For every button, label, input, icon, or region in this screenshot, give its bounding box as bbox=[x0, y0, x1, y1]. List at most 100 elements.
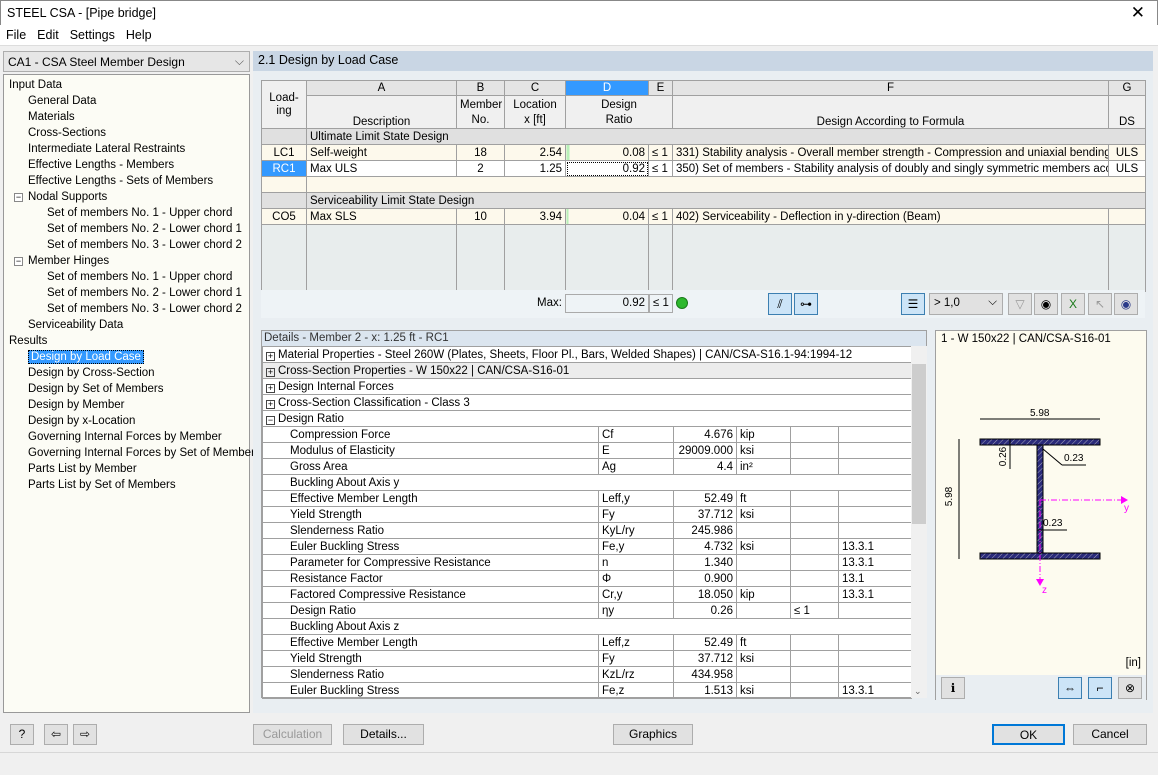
table-row[interactable]: CO5 Max SLS 10 3.94 0.04 ≤ 1 402) Serviceabili… bbox=[261, 208, 1146, 225]
tree-item-label: Serviceability Data bbox=[28, 319, 124, 331]
tree-item[interactable]: Materials bbox=[4, 109, 249, 125]
param-value: 18.050 bbox=[673, 586, 737, 603]
show-ratio-color-icon[interactable]: ⫽ bbox=[768, 293, 792, 315]
import-icon[interactable]: ⇦ bbox=[44, 724, 68, 745]
view-icon[interactable]: ◉ bbox=[1114, 293, 1138, 315]
export-icon[interactable]: ⇨ bbox=[73, 724, 97, 745]
param-symbol: Fe,z bbox=[598, 682, 674, 699]
cell-member: 2 bbox=[456, 160, 505, 177]
param-limit bbox=[790, 666, 839, 683]
tree-item[interactable]: Governing Internal Forces by Member bbox=[4, 429, 249, 445]
ok-button[interactable]: OK bbox=[992, 724, 1065, 745]
cell-ds bbox=[1108, 208, 1146, 225]
tree-item[interactable]: Intermediate Lateral Restraints bbox=[4, 141, 249, 157]
row-id[interactable]: RC1 bbox=[261, 160, 307, 177]
tree-item[interactable]: Results bbox=[4, 333, 249, 349]
tree-item[interactable]: Set of members No. 3 - Lower chord 2 bbox=[4, 301, 249, 317]
tree-item[interactable]: Set of members No. 2 - Lower chord 1 bbox=[4, 221, 249, 237]
details-section[interactable]: + Cross-Section Classification - Class 3 bbox=[261, 394, 913, 411]
details-scrollbar[interactable]: ⌄ bbox=[911, 346, 927, 698]
filter-icon[interactable]: ▽ bbox=[1008, 293, 1032, 315]
tree-item[interactable]: Design by Set of Members bbox=[4, 381, 249, 397]
bar-chart-icon[interactable]: ☰ bbox=[901, 293, 925, 315]
excel-export-icon[interactable]: X bbox=[1061, 293, 1085, 315]
scroll-down-icon[interactable]: ⌄ bbox=[914, 686, 922, 697]
tree-item-label: Set of members No. 2 - Lower chord 1 bbox=[47, 287, 242, 299]
tree-item[interactable]: Cross-Sections bbox=[4, 125, 249, 141]
dim-web: 0.23 bbox=[1043, 518, 1063, 529]
calculation-button[interactable]: Calculation bbox=[253, 724, 332, 745]
window-title: STEEL CSA - [Pipe bridge] bbox=[7, 6, 156, 20]
dimension-icon[interactable]: ⇔ bbox=[1058, 677, 1082, 699]
help-icon[interactable]: ? bbox=[10, 724, 34, 745]
details-section[interactable]: + Material Properties - Steel 260W (Plate… bbox=[261, 346, 913, 363]
tree-item-label: Effective Lengths - Sets of Members bbox=[28, 175, 214, 187]
tree-item[interactable]: Design by Load Case bbox=[4, 349, 249, 365]
tree-item[interactable]: Effective Lengths - Members bbox=[4, 157, 249, 173]
tree-item[interactable]: Set of members No. 3 - Lower chord 2 bbox=[4, 237, 249, 253]
col-letter-g: G bbox=[1108, 80, 1146, 96]
axes-icon[interactable]: ⌐ bbox=[1088, 677, 1112, 699]
menu-file[interactable]: File bbox=[0, 25, 31, 42]
collapse-icon[interactable]: − bbox=[266, 415, 275, 425]
tree-item[interactable]: Design by x-Location bbox=[4, 413, 249, 429]
expand-icon[interactable]: + bbox=[266, 383, 275, 393]
tree-item[interactable]: Set of members No. 1 - Upper chord bbox=[4, 269, 249, 285]
param-name: Yield Strength bbox=[262, 506, 599, 523]
scroll-thumb[interactable] bbox=[912, 364, 926, 524]
row-id[interactable]: CO5 bbox=[261, 208, 307, 225]
details-section[interactable]: + Cross-Section Properties - W 150x22 | C… bbox=[261, 362, 913, 379]
zoom-reset-icon[interactable]: ⊗ bbox=[1118, 677, 1142, 699]
param-reference bbox=[837, 426, 913, 443]
cancel-button[interactable]: Cancel bbox=[1073, 724, 1147, 745]
cell-ratio[interactable]: 0.92 bbox=[565, 160, 649, 177]
tree-item[interactable]: Parts List by Set of Members bbox=[4, 477, 249, 493]
graphics-button[interactable]: Graphics bbox=[613, 724, 693, 745]
collapse-icon[interactable]: − bbox=[14, 257, 23, 266]
param-limit bbox=[790, 570, 839, 587]
tree-item-label: Set of members No. 3 - Lower chord 2 bbox=[47, 239, 242, 251]
tree-item[interactable]: Parts List by Member bbox=[4, 461, 249, 477]
show-member-icon[interactable]: ⊶ bbox=[794, 293, 818, 315]
case-select[interactable]: CA1 - CSA Steel Member Design ⌵ bbox=[3, 51, 250, 72]
tree-item[interactable]: General Data bbox=[4, 93, 249, 109]
row-id[interactable]: LC1 bbox=[261, 144, 307, 161]
menu-settings[interactable]: Settings bbox=[64, 25, 120, 42]
col-letter-c: C bbox=[504, 80, 566, 96]
tree-item[interactable]: Set of members No. 2 - Lower chord 1 bbox=[4, 285, 249, 301]
details-button[interactable]: Details... bbox=[343, 724, 424, 745]
param-symbol: Fy bbox=[598, 506, 674, 523]
tree-item[interactable]: Input Data bbox=[4, 77, 249, 93]
menu-help[interactable]: Help bbox=[120, 25, 157, 42]
pick-icon[interactable]: ↖ bbox=[1088, 293, 1112, 315]
info-icon[interactable]: ℹ bbox=[941, 677, 965, 699]
menu-edit[interactable]: Edit bbox=[31, 25, 64, 42]
param-limit bbox=[790, 554, 839, 571]
param-reference bbox=[837, 602, 913, 619]
expand-icon[interactable]: + bbox=[266, 399, 275, 409]
collapse-icon[interactable]: − bbox=[14, 193, 23, 202]
tree-item[interactable]: − Nodal Supports bbox=[4, 189, 249, 205]
tree-item[interactable]: Set of members No. 1 - Upper chord bbox=[4, 205, 249, 221]
filter-select[interactable]: > 1,0 ⌵ bbox=[929, 293, 1003, 315]
tree-item[interactable]: Serviceability Data bbox=[4, 317, 249, 333]
tree-item[interactable]: Design by Member bbox=[4, 397, 249, 413]
tree-item[interactable]: Effective Lengths - Sets of Members bbox=[4, 173, 249, 189]
param-reference bbox=[837, 506, 913, 523]
close-icon[interactable]: ✕ bbox=[1131, 3, 1145, 23]
tree-item[interactable]: Design by Cross-Section bbox=[4, 365, 249, 381]
header-location: Location x [ft] bbox=[504, 95, 566, 129]
details-section[interactable]: − Design Ratio bbox=[261, 410, 913, 427]
tree-item[interactable]: Governing Internal Forces by Set of Memb… bbox=[4, 445, 261, 461]
expand-icon[interactable]: + bbox=[266, 351, 275, 361]
color-scale-icon[interactable]: ◉ bbox=[1034, 293, 1058, 315]
tree-item[interactable]: − Member Hinges bbox=[4, 253, 249, 269]
param-name: Gross Area bbox=[262, 458, 599, 475]
expand-icon[interactable]: + bbox=[266, 367, 275, 377]
details-row: Compression Force Cf 4.676 kip bbox=[262, 426, 913, 443]
details-section[interactable]: + Design Internal Forces bbox=[261, 378, 913, 395]
table-row[interactable]: RC1 Max ULS 2 1.25 0.92 ≤ 1 350) Set of member… bbox=[261, 160, 1146, 177]
details-row: Euler Buckling Stress Fe,z 1.513 ksi 13.3.1 bbox=[262, 682, 913, 699]
table-row[interactable]: LC1 Self-weight 18 2.54 0.08 ≤ 1 331) Stabilit… bbox=[261, 144, 1146, 161]
tree-item-label: Set of members No. 1 - Upper chord bbox=[47, 271, 233, 283]
